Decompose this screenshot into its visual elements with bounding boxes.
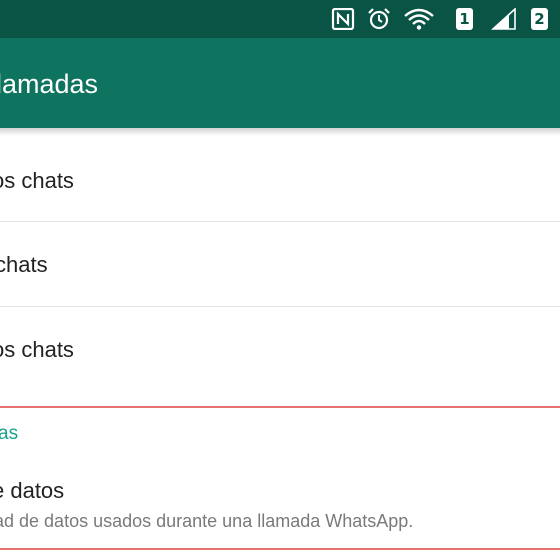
settings-item-chats-1[interactable]: os chats <box>0 166 74 196</box>
section-header-calls: as <box>0 423 19 444</box>
nfc-icon <box>331 8 355 30</box>
settings-item-chats-2[interactable]: chats <box>0 250 48 280</box>
divider <box>0 306 560 307</box>
sim2-icon: 2 <box>531 8 548 30</box>
page-title: llamadas <box>0 69 99 99</box>
settings-item-chats-3[interactable]: os chats <box>0 335 74 365</box>
sim1-icon: 1 <box>456 8 473 30</box>
highlight-border-top <box>0 406 560 408</box>
alarm-icon <box>368 8 390 30</box>
divider <box>0 221 560 222</box>
low-data-setting-subtitle: ad de datos usados durante una llamada W… <box>0 511 414 531</box>
highlight-border-bottom <box>0 548 560 550</box>
status-bar: 1 2 <box>0 0 560 38</box>
wifi-icon <box>404 8 434 30</box>
toolbar-shadow <box>0 128 560 136</box>
signal-icon <box>491 8 516 30</box>
low-data-setting-title[interactable]: e datos <box>0 476 64 506</box>
